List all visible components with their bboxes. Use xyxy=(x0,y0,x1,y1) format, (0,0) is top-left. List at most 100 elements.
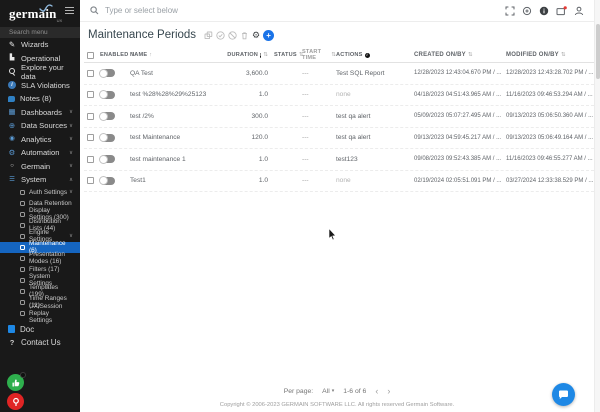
sliders-icon: ☰ xyxy=(8,176,16,184)
sidebar-search-input[interactable] xyxy=(9,29,71,36)
cell-duration: 120.0 xyxy=(230,134,274,141)
subitem-icon xyxy=(20,212,25,217)
chevron-icon: ∨ xyxy=(69,109,73,115)
cell-name: QA Test xyxy=(130,70,230,77)
system-subnav: Auth Settings ∨ Data Retention Display S… xyxy=(0,187,80,319)
prev-page-button[interactable]: ‹ xyxy=(375,386,378,396)
sidebar-item-germain[interactable]: ○ Germain ∨ xyxy=(0,160,80,174)
cell-modified: 09/13/2023 05:06:50.360 AM / ... xyxy=(506,113,594,119)
pagination: Per page: All▾ 1-6 of 6 ‹ › xyxy=(80,386,594,396)
feedback-thumbs-up-button[interactable] xyxy=(7,374,24,391)
column-header-modified[interactable]: MODIFIED ON/BY i ⇅ xyxy=(506,52,594,58)
sidebar-item-explore-your-data[interactable]: Explore your data xyxy=(0,65,80,79)
enabled-toggle[interactable] xyxy=(100,155,115,163)
column-header-duration[interactable]: DURATION i ⇅ xyxy=(230,52,274,58)
row-checkbox[interactable] xyxy=(87,177,94,184)
sidebar-search[interactable] xyxy=(0,27,80,38)
logo-row: germainUX xyxy=(0,0,80,25)
column-header-status[interactable]: STATUS i ⇅ xyxy=(274,52,302,58)
subitem-icon xyxy=(20,201,25,206)
cell-modified: 12/28/2023 12:43:28.702 PM / ... xyxy=(506,70,594,76)
pin-button[interactable] xyxy=(7,393,24,410)
row-checkbox[interactable] xyxy=(87,113,94,120)
chevron-icon: ∧ xyxy=(69,177,73,183)
info-icon: i xyxy=(260,53,261,58)
sidebar-subitem-presentation-modes-16[interactable]: Presentation Modes (16) xyxy=(0,253,80,264)
duplicate-icon[interactable] xyxy=(204,31,213,40)
sidebar-item-dashboards[interactable]: ▦ Dashboards ∨ xyxy=(0,106,80,120)
table-row[interactable]: test maintenance 1 1.0 --- test123 09/08… xyxy=(84,149,594,171)
sidebar-item-contact-us[interactable]: ? Contact Us xyxy=(0,336,80,350)
column-header-start[interactable]: START TIME i ⇅ xyxy=(302,49,336,61)
subitem-icon xyxy=(20,245,25,250)
cell-start-time: --- xyxy=(302,134,336,141)
cell-actions: test qa alert xyxy=(336,113,414,120)
column-header-created[interactable]: CREATED ON/BY i ⇅ xyxy=(414,52,506,58)
cancel-circle-icon[interactable] xyxy=(228,31,237,40)
column-header-actions[interactable]: ACTIONS i xyxy=(336,52,414,58)
table-row[interactable]: Test1 1.0 --- none 02/19/2024 02:05:51.0… xyxy=(84,171,594,193)
menu-toggle-icon[interactable] xyxy=(65,7,74,14)
row-checkbox[interactable] xyxy=(87,134,94,141)
notification-dot xyxy=(20,372,26,378)
select-all-checkbox[interactable] xyxy=(87,52,94,59)
zoom-target-icon[interactable] xyxy=(522,6,532,16)
table-row[interactable]: test %28%28%29%25123 1.0 --- none 04/18/… xyxy=(84,85,594,107)
cell-start-time: --- xyxy=(302,156,336,163)
cell-created: 02/19/2024 02:05:51.091 PM / ... xyxy=(414,178,506,184)
per-page-select[interactable]: All▾ xyxy=(322,388,334,395)
chevron-icon: ∨ xyxy=(69,123,73,129)
cell-actions: Test SQL Report xyxy=(336,70,414,77)
app-logo-sub: UX xyxy=(57,18,63,23)
table-row[interactable]: test Maintenance 120.0 --- test qa alert… xyxy=(84,128,594,150)
next-page-button[interactable]: › xyxy=(387,386,390,396)
row-checkbox[interactable] xyxy=(87,91,94,98)
share-window-icon[interactable] xyxy=(556,6,567,16)
sidebar-item-data-sources[interactable]: ⊕ Data Sources ∨ xyxy=(0,119,80,133)
wand-icon: ✎ xyxy=(8,41,16,49)
cell-name: test /2% xyxy=(130,113,230,120)
fullscreen-icon[interactable] xyxy=(505,6,515,16)
sidebar-item-system[interactable]: ☰ System ∧ xyxy=(0,173,80,187)
add-maintenance-button[interactable]: + xyxy=(263,30,274,41)
sidebar-item-wizards[interactable]: ✎ Wizards xyxy=(0,38,80,52)
info-circle-icon[interactable] xyxy=(539,6,549,16)
subitem-icon xyxy=(20,300,25,305)
cell-created: 09/13/2023 04:59:45.217 AM / ... xyxy=(414,135,506,141)
global-search[interactable] xyxy=(80,2,505,20)
enabled-toggle[interactable] xyxy=(100,134,115,142)
chevron-down-icon: ▾ xyxy=(332,388,335,394)
globe-icon: ⊕ xyxy=(8,122,16,130)
enabled-toggle[interactable] xyxy=(100,177,115,185)
table-row[interactable]: test /2% 300.0 --- test qa alert 05/09/2… xyxy=(84,106,594,128)
scrollbar-thumb[interactable] xyxy=(596,24,600,79)
settings-gear-icon[interactable]: ⚙ xyxy=(252,31,260,40)
cell-start-time: --- xyxy=(302,91,336,98)
chevron-icon: ∨ xyxy=(69,163,73,169)
enabled-toggle[interactable] xyxy=(100,69,115,77)
delete-icon[interactable] xyxy=(240,31,249,40)
global-search-input[interactable] xyxy=(105,6,405,15)
sidebar-item-automation[interactable]: ⚙ Automation ∨ xyxy=(0,146,80,160)
cell-actions: none xyxy=(336,177,414,184)
sidebar-item-notes-8[interactable]: Notes (8) xyxy=(0,92,80,106)
check-circle-icon[interactable] xyxy=(216,31,225,40)
row-checkbox[interactable] xyxy=(87,156,94,163)
column-header-enabled[interactable]: ENABLED i ⇅ xyxy=(100,52,130,58)
enabled-toggle[interactable] xyxy=(100,112,115,120)
main-content: Maintenance Periods ⚙ + ENABLED i ⇅ NAME… xyxy=(80,22,594,412)
chat-button[interactable] xyxy=(552,383,575,406)
sidebar-item-sla-violations[interactable]: i SLA Violations xyxy=(0,79,80,93)
sidebar-subitem-auth-settings[interactable]: Auth Settings ∨ xyxy=(0,187,80,198)
sidebar-item-doc[interactable]: Doc xyxy=(0,323,80,337)
row-checkbox[interactable] xyxy=(87,70,94,77)
sidebar-subitem-ux-session-replay-settings[interactable]: UX/Session Replay Settings xyxy=(0,308,80,319)
column-header-name[interactable]: NAME i ↑ xyxy=(130,52,230,58)
subitem-icon xyxy=(20,190,25,195)
table-row[interactable]: QA Test 3,600.0 --- Test SQL Report 12/2… xyxy=(84,63,594,85)
cell-start-time: --- xyxy=(302,177,336,184)
chevron-icon: ∨ xyxy=(69,189,73,195)
sidebar-item-analytics[interactable]: ◉ Analytics ∨ xyxy=(0,133,80,147)
user-icon[interactable] xyxy=(574,6,584,16)
enabled-toggle[interactable] xyxy=(100,91,115,99)
